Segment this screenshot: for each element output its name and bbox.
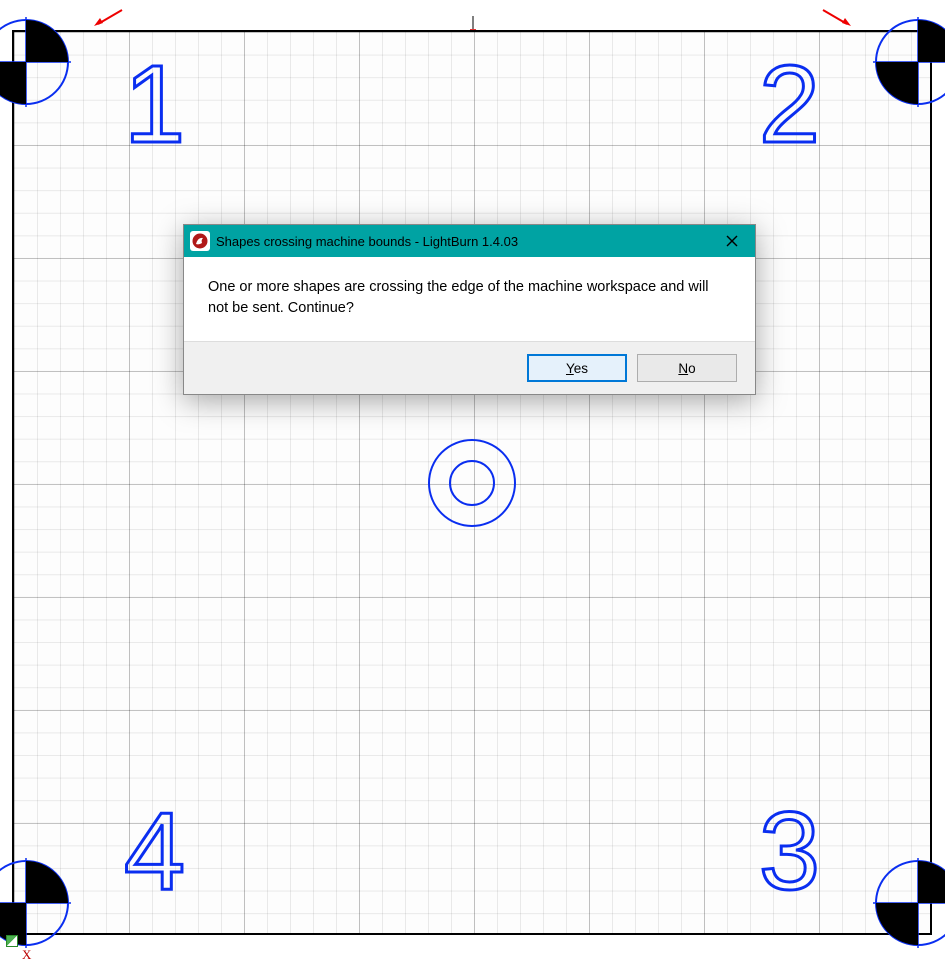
registration-target-3 [873, 858, 945, 948]
no-button[interactable]: No [637, 354, 737, 382]
app-icon [190, 231, 210, 251]
close-icon [726, 235, 738, 247]
registration-target-2 [873, 17, 945, 107]
corner-number-3: 3 [759, 797, 820, 907]
ruler-top-tick [472, 16, 473, 30]
yes-button[interactable]: Yes [527, 354, 627, 382]
corner-number-4: 4 [124, 797, 185, 907]
dialog-title: Shapes crossing machine bounds - LightBu… [216, 234, 709, 249]
origin-marker-icon [6, 935, 18, 947]
axis-x-label: X [22, 947, 31, 963]
annotation-arrow-left [92, 6, 126, 28]
warning-dialog: Shapes crossing machine bounds - LightBu… [183, 224, 756, 395]
center-target-icon [426, 437, 518, 529]
corner-number-1: 1 [124, 50, 185, 160]
registration-target-1 [0, 17, 71, 107]
dialog-button-row: Yes No [184, 341, 755, 394]
dialog-message: One or more shapes are crossing the edge… [184, 257, 755, 341]
corner-number-2: 2 [759, 50, 820, 160]
annotation-arrow-right [819, 6, 853, 28]
machine-workspace[interactable]: 1 2 3 4 [12, 30, 932, 935]
dialog-titlebar[interactable]: Shapes crossing machine bounds - LightBu… [184, 225, 755, 257]
close-button[interactable] [709, 225, 755, 257]
